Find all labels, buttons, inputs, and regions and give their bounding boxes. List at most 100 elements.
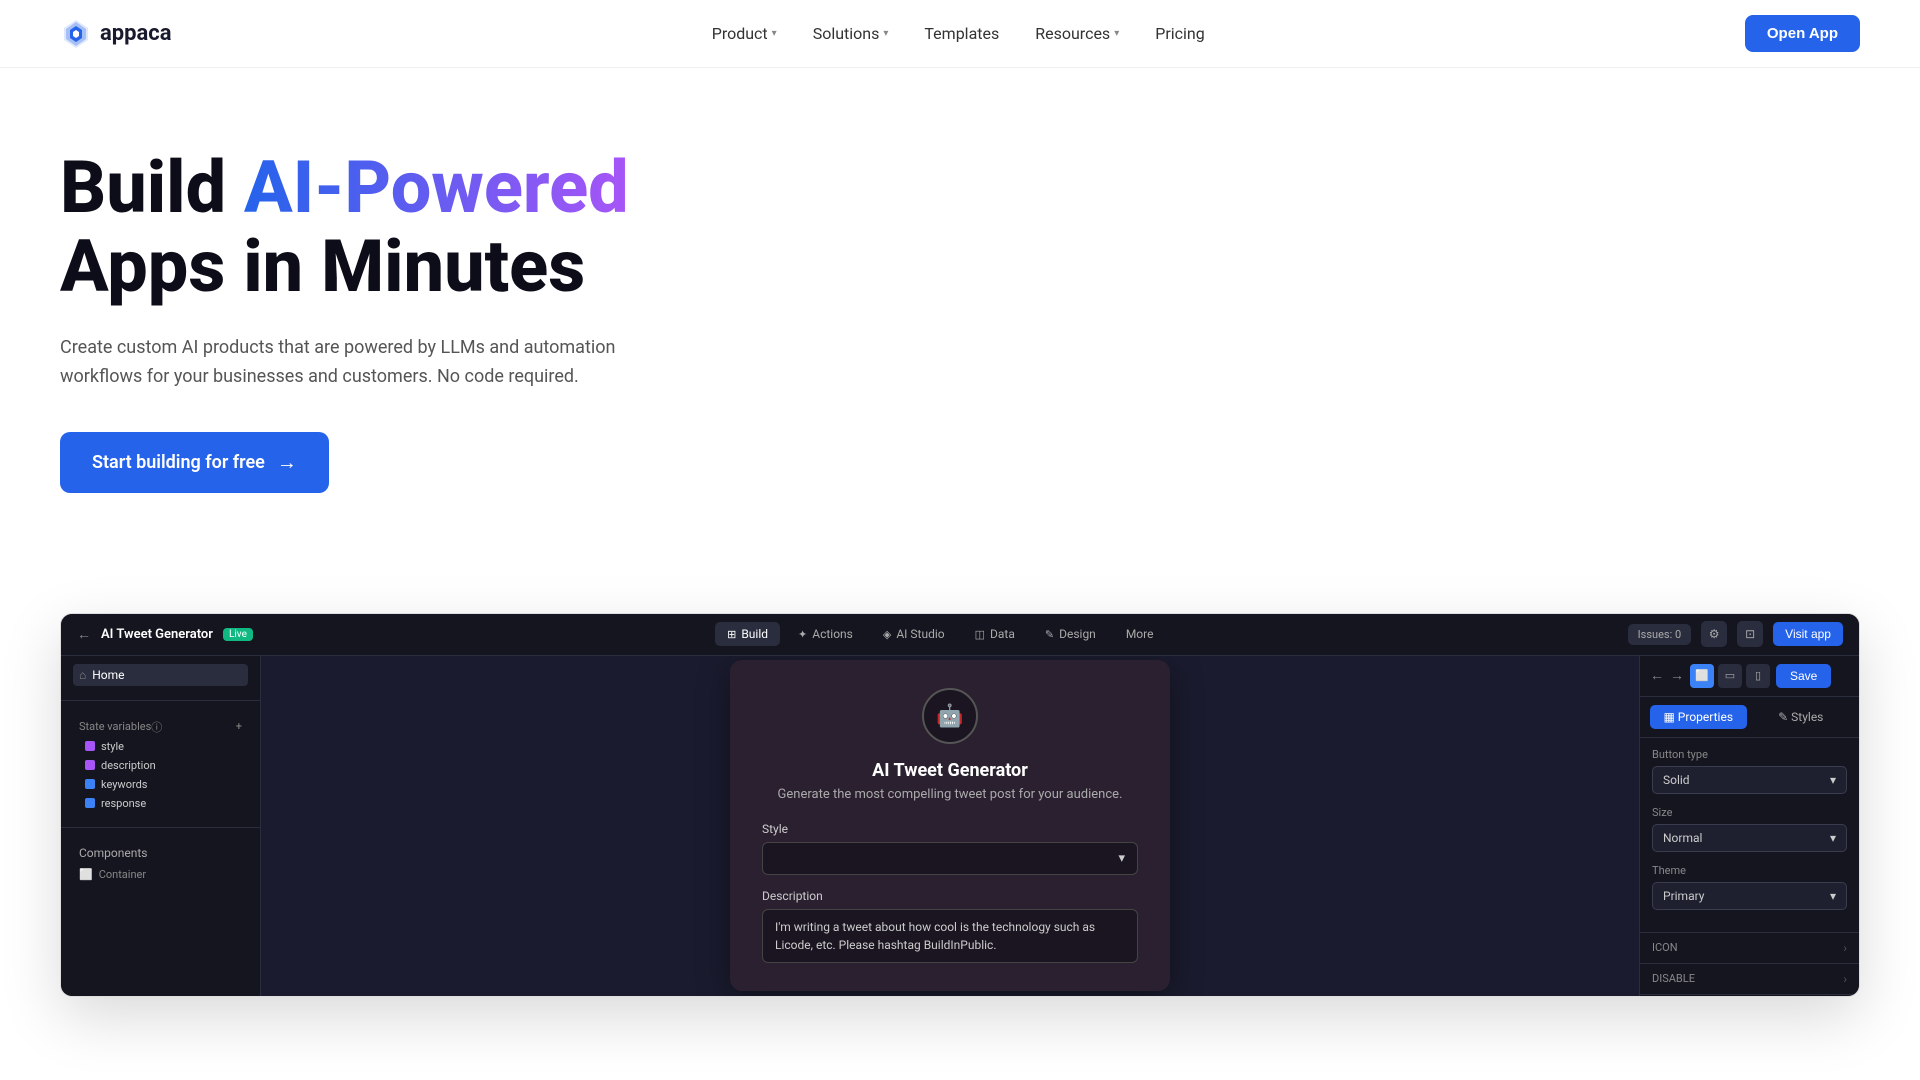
var-response[interactable]: response: [73, 794, 248, 813]
arrow-icon: →: [277, 450, 297, 475]
app-topbar-right: Issues: 0 ⚙ ⊡ Visit app: [1628, 621, 1843, 647]
chevron-down-icon: ▾: [1118, 851, 1125, 866]
nav-resources[interactable]: Resources ▾: [1035, 24, 1119, 43]
live-badge: Live: [223, 628, 253, 641]
panel-row-disable[interactable]: DISABLE ›: [1640, 963, 1859, 994]
app-topbar-left: ← AI Tweet Generator Live: [77, 626, 253, 643]
app-tab-more[interactable]: More: [1114, 622, 1166, 646]
panel-row-interactions[interactable]: INTERACTIONS ›: [1640, 994, 1859, 996]
chevron-down-icon: ▾: [772, 28, 777, 39]
sidebar-section-nav: ⌂ Home: [61, 656, 260, 694]
panel-view-toggles: ⬜ ▭ ▯: [1690, 664, 1770, 688]
start-building-button[interactable]: Start building for free →: [60, 432, 329, 493]
container-icon: ⬜: [79, 868, 93, 881]
app-body: ⌂ Home State variables ⓘ + style: [61, 656, 1859, 996]
app-back-button[interactable]: ←: [77, 626, 91, 643]
app-tab-data[interactable]: ◫ Data: [963, 622, 1027, 646]
mobile-view-button[interactable]: ▯: [1746, 664, 1770, 688]
build-icon: ⊞: [727, 628, 736, 641]
app-canvas: 🤖 AI Tweet Generator Generate the most c…: [261, 656, 1639, 996]
chevron-right-icon: ›: [1843, 941, 1847, 955]
panel-forward-button[interactable]: →: [1670, 667, 1684, 684]
style-field-label: Style: [762, 822, 1138, 836]
ai-studio-icon: ◈: [883, 628, 891, 641]
app-screenshot: ← AI Tweet Generator Live ⊞ Build ✦ Acti…: [60, 613, 1860, 997]
var-color-badge: [85, 779, 95, 789]
nav-solutions[interactable]: Solutions ▾: [813, 24, 889, 43]
desktop-view-button[interactable]: ⬜: [1690, 664, 1714, 688]
open-app-button[interactable]: Open App: [1745, 15, 1860, 52]
save-button[interactable]: Save: [1776, 664, 1831, 688]
chevron-down-icon: ▾: [1114, 28, 1119, 39]
data-icon: ◫: [975, 628, 985, 641]
layout-icon-button[interactable]: ⊡: [1737, 621, 1763, 647]
nav-product[interactable]: Product ▾: [712, 24, 777, 43]
panel-tab-properties[interactable]: ▦ Properties: [1650, 705, 1747, 729]
app-sidebar: ⌂ Home State variables ⓘ + style: [61, 656, 261, 996]
state-vars-label: State variables ⓘ +: [73, 715, 248, 737]
tablet-view-button[interactable]: ▭: [1718, 664, 1742, 688]
logo-icon: [60, 18, 92, 50]
button-type-label: Button type: [1652, 748, 1847, 761]
hero-title: Build AI-Powered Apps in Minutes: [60, 148, 1860, 306]
properties-icon: ▦: [1663, 710, 1674, 724]
button-type-select[interactable]: Solid ▾: [1652, 766, 1847, 794]
sidebar-section-components: Components ⬜ Container: [61, 834, 260, 893]
theme-select[interactable]: Primary ▾: [1652, 882, 1847, 910]
size-select[interactable]: Normal ▾: [1652, 824, 1847, 852]
panel-back-button[interactable]: ←: [1650, 667, 1664, 684]
chevron-down-icon: ▾: [1830, 831, 1836, 845]
chevron-down-icon: ▾: [1830, 773, 1836, 787]
tweet-gen-logo: 🤖: [762, 688, 1138, 744]
design-icon: ✎: [1045, 628, 1054, 641]
panel-section-button-type: Button type Solid ▾ Size Normal ▾ Theme …: [1640, 738, 1859, 932]
styles-icon: ✎: [1778, 710, 1788, 724]
app-topbar-center: ⊞ Build ✦ Actions ◈ AI Studio ◫ Data ✎: [715, 622, 1165, 646]
panel-row-icon[interactable]: ICON ›: [1640, 932, 1859, 963]
tweet-logo-circle: 🤖: [922, 688, 978, 744]
hero-section: Build AI-Powered Apps in Minutes Create …: [0, 68, 1920, 553]
home-icon: ⌂: [79, 668, 86, 682]
var-style[interactable]: style: [73, 737, 248, 756]
nav-pricing[interactable]: Pricing: [1155, 24, 1205, 43]
app-tab-design[interactable]: ✎ Design: [1033, 622, 1108, 646]
sidebar-section-state-vars: State variables ⓘ + style description: [61, 707, 260, 821]
style-select[interactable]: ▾: [762, 842, 1138, 875]
logo-text: appaca: [100, 21, 172, 46]
panel-toolbar: ← → ⬜ ▭ ▯ Save: [1640, 656, 1859, 697]
tweet-gen-title: AI Tweet Generator: [762, 760, 1138, 781]
logo[interactable]: appaca: [60, 18, 172, 50]
sidebar-divider-2: [61, 827, 260, 828]
visit-app-button[interactable]: Visit app: [1773, 622, 1843, 646]
var-keywords[interactable]: keywords: [73, 775, 248, 794]
navbar: appaca Product ▾ Solutions ▾ Templates R…: [0, 0, 1920, 68]
var-color-badge: [85, 760, 95, 770]
description-field-label: Description: [762, 889, 1138, 903]
app-tab-ai-studio[interactable]: ◈ AI Studio: [871, 622, 957, 646]
chevron-right-icon: ›: [1843, 972, 1847, 986]
sidebar-item-home[interactable]: ⌂ Home: [73, 664, 248, 686]
add-variable-button[interactable]: +: [236, 720, 242, 733]
panel-tab-group: ▦ Properties ✎ Styles: [1640, 697, 1859, 738]
nav-templates[interactable]: Templates: [924, 24, 999, 43]
app-tab-build[interactable]: ⊞ Build: [715, 622, 780, 646]
app-ui: ← AI Tweet Generator Live ⊞ Build ✦ Acti…: [61, 614, 1859, 996]
tweet-generator-card: 🤖 AI Tweet Generator Generate the most c…: [730, 660, 1170, 991]
panel-tab-styles[interactable]: ✎ Styles: [1753, 705, 1850, 729]
theme-label: Theme: [1652, 864, 1847, 877]
settings-icon-button[interactable]: ⚙: [1701, 621, 1727, 647]
size-label: Size: [1652, 806, 1847, 819]
chevron-down-icon: ▾: [883, 28, 888, 39]
tweet-gen-subtitle: Generate the most compelling tweet post …: [762, 787, 1138, 802]
app-title: AI Tweet Generator: [101, 627, 213, 642]
app-tab-actions[interactable]: ✦ Actions: [786, 622, 865, 646]
app-topbar: ← AI Tweet Generator Live ⊞ Build ✦ Acti…: [61, 614, 1859, 656]
nav-links: Product ▾ Solutions ▾ Templates Resource…: [712, 24, 1205, 43]
issues-counter: Issues: 0: [1628, 624, 1692, 645]
app-panel: ← → ⬜ ▭ ▯ Save ▦ Properties ✎: [1639, 656, 1859, 996]
var-description[interactable]: description: [73, 756, 248, 775]
sidebar-item-container[interactable]: ⬜ Container: [73, 864, 248, 885]
actions-icon: ✦: [798, 628, 807, 641]
description-textarea[interactable]: I'm writing a tweet about how cool is th…: [762, 909, 1138, 963]
sidebar-divider: [61, 700, 260, 701]
